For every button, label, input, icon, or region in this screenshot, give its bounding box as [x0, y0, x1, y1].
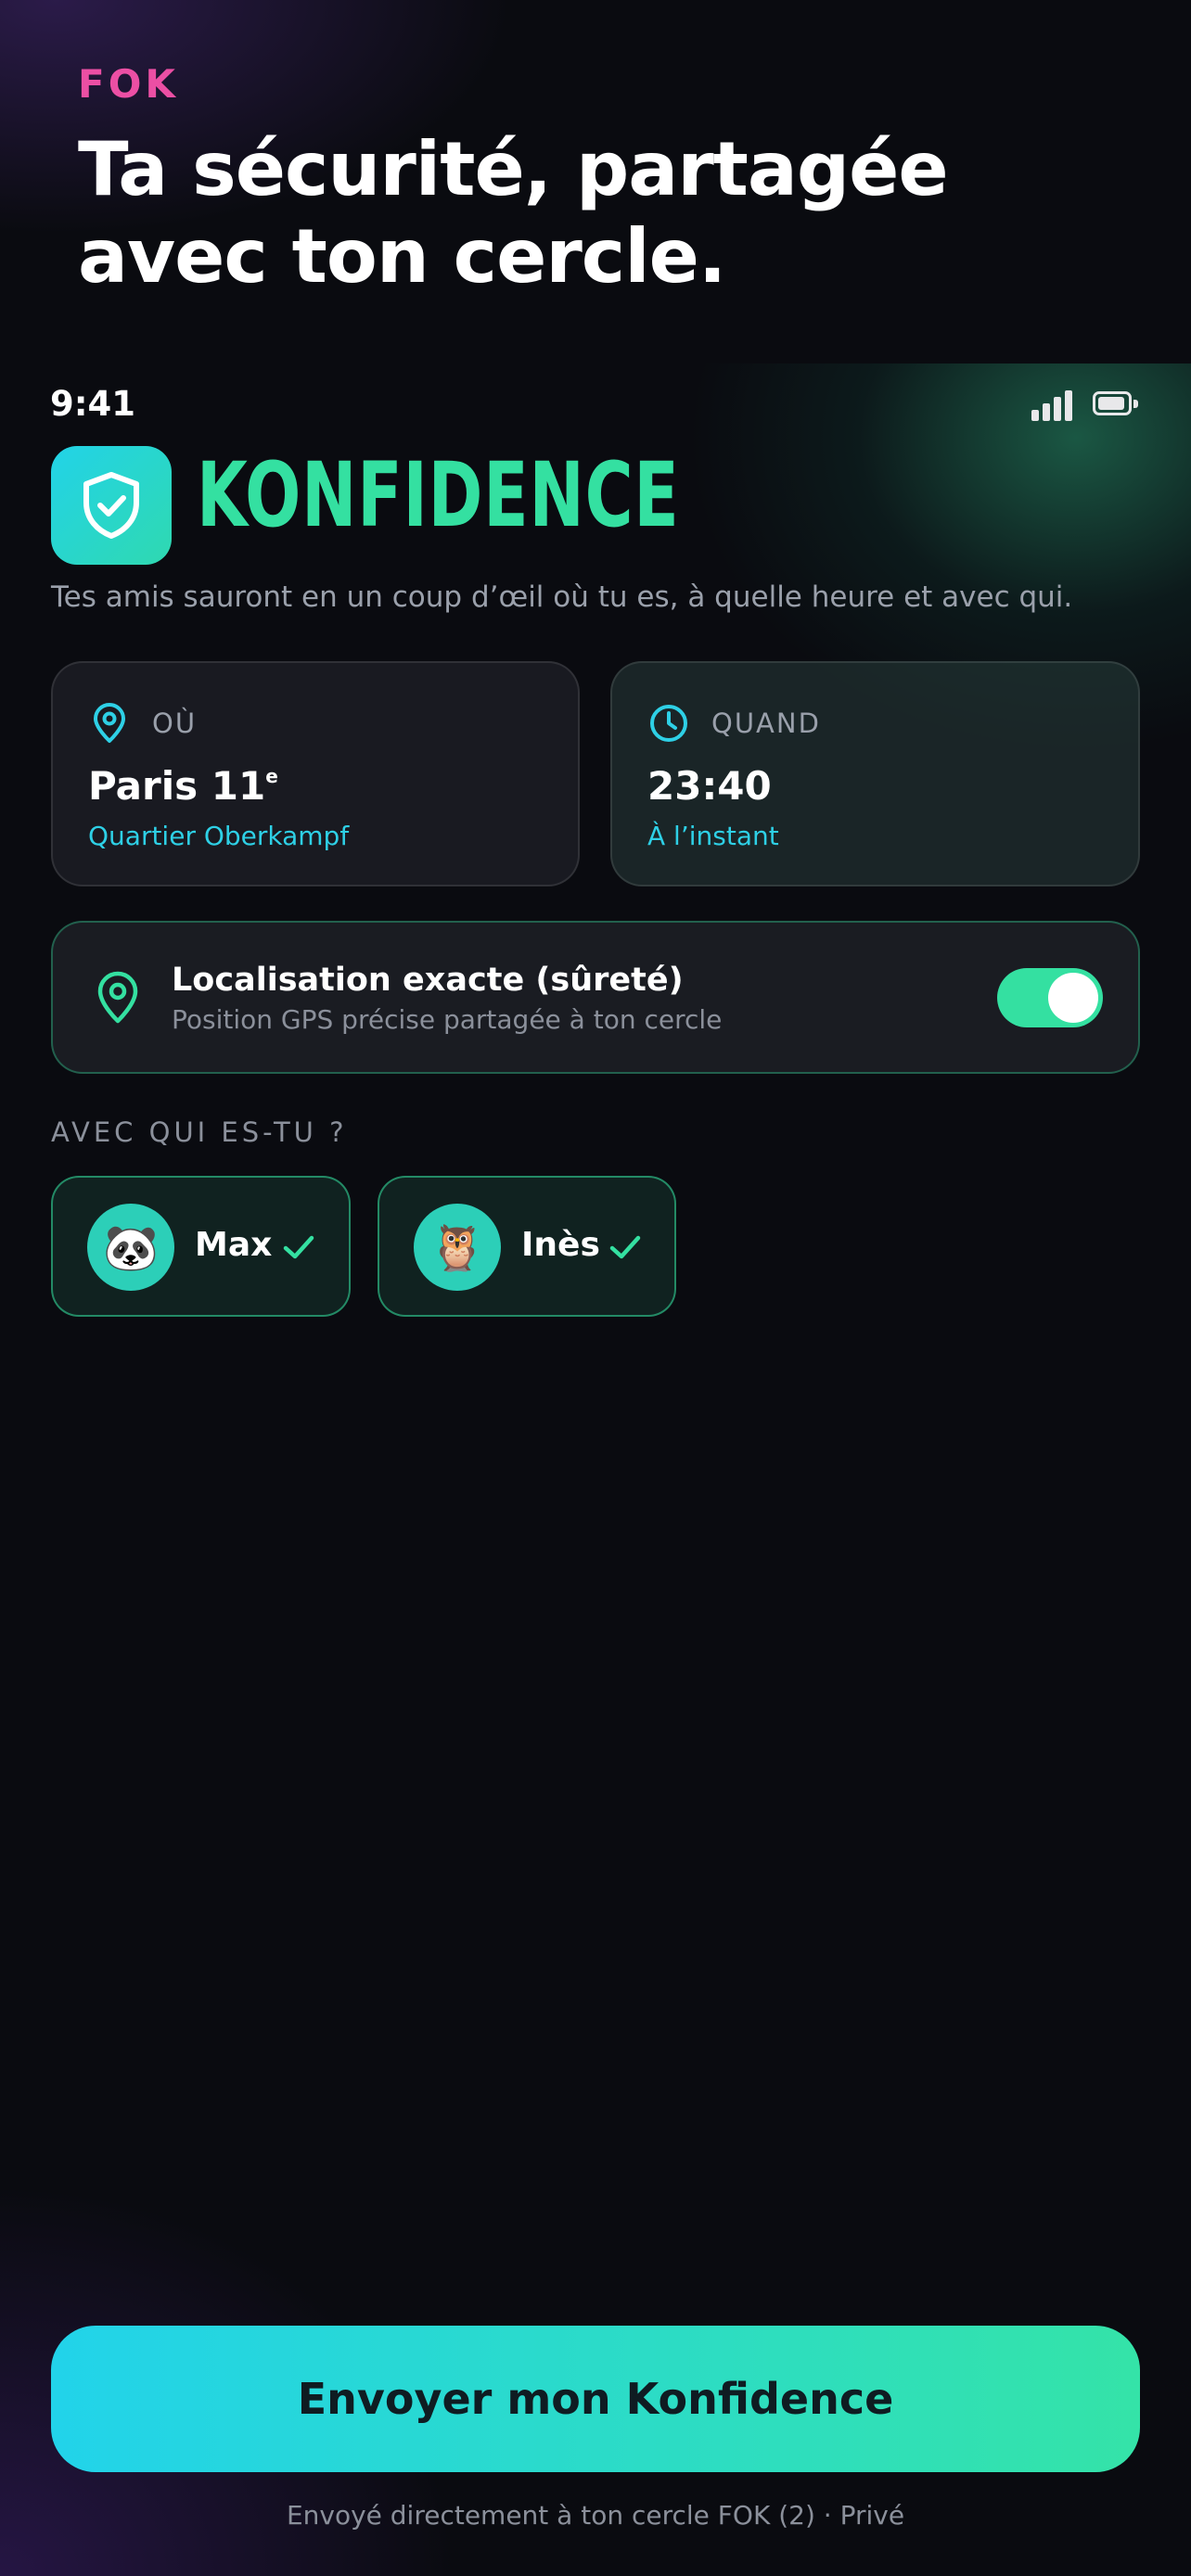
when-label: QUAND: [711, 708, 821, 739]
where-label: OÙ: [152, 708, 198, 739]
when-card[interactable]: QUAND 23:40 À l’instant: [610, 661, 1140, 886]
check-icon: [283, 1235, 314, 1259]
footer-note: Envoyé directement à ton cercle FOK (2) …: [286, 2500, 905, 2531]
where-value-suffix: e: [265, 765, 278, 787]
app-logo: [51, 446, 172, 565]
exact-location-toggle[interactable]: [997, 968, 1103, 1027]
exact-location-title: Localisation exacte (sûreté): [172, 962, 684, 999]
companion-chip-ines[interactable]: 🦉 Inès: [378, 1176, 676, 1317]
where-card[interactable]: OÙ Paris 11e Quartier Oberkampf: [51, 661, 580, 886]
tagline: Tes amis sauront en un coup d’œil où tu …: [51, 580, 1073, 614]
companion-name: Inès: [521, 1226, 600, 1264]
headline: Ta sécurité, partagée avec ton cercle.: [78, 126, 949, 300]
status-bar-time: 9:41: [50, 384, 136, 424]
send-konfidence-button[interactable]: Envoyer mon Konfidence: [51, 2326, 1140, 2472]
map-pin-icon: [97, 971, 138, 1024]
where-value: Paris 11e: [88, 763, 278, 809]
brand-label: FOK: [78, 61, 179, 107]
map-pin-icon: [94, 703, 125, 743]
avatar: 🐼: [87, 1204, 174, 1291]
signal-icon: [1031, 389, 1072, 421]
toggle-knob: [1048, 973, 1098, 1023]
app-title: KONFIDENCE: [197, 443, 680, 547]
companion-chip-max[interactable]: 🐼 Max: [51, 1176, 351, 1317]
companion-name: Max: [195, 1226, 273, 1264]
when-value: 23:40: [647, 763, 772, 809]
shield-check-icon: [83, 472, 139, 539]
exact-location-row: Localisation exacte (sûreté) Position GP…: [51, 921, 1140, 1074]
where-subtitle: Quartier Oberkampf: [88, 821, 350, 851]
avatar: 🦉: [414, 1204, 501, 1291]
battery-icon: [1093, 391, 1141, 419]
check-icon: [609, 1235, 641, 1259]
clock-icon: [650, 705, 687, 742]
exact-location-description: Position GPS précise partagée à ton cerc…: [172, 1004, 723, 1035]
when-subtitle: À l’instant: [647, 821, 779, 851]
companions-label: AVEC QUI ES-TU ?: [51, 1116, 348, 1148]
